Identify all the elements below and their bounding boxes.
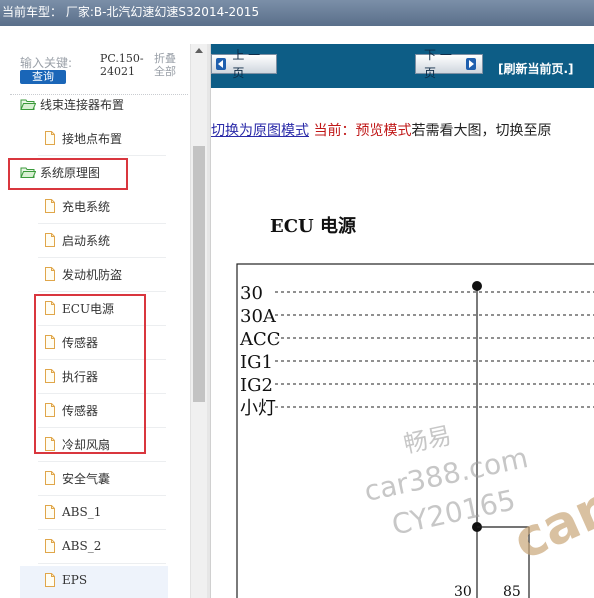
current-label: 当前： xyxy=(313,123,356,139)
power-line-label: 30 xyxy=(240,283,263,304)
row-separator xyxy=(38,461,166,462)
tree-item-label: 安全气囊 xyxy=(62,471,111,486)
power-lines: 3030AACCIG1IG2小灯 xyxy=(239,283,594,419)
row-separator xyxy=(38,291,166,292)
diagram-title: ECU 电源 xyxy=(270,216,357,237)
tree-item[interactable]: 安全气囊 xyxy=(42,466,110,490)
prev-page-button[interactable]: 上 一 页 xyxy=(211,48,277,80)
power-line-label: 小灯 xyxy=(240,398,276,419)
power-line-label: 30A xyxy=(240,306,277,327)
highlight-box-system xyxy=(8,158,128,190)
window-title: 当前车型： 厂家:B-北汽幻速幻速S32014-2015 xyxy=(2,5,260,19)
sidebar-scrollbar[interactable] xyxy=(190,44,207,598)
hint-text: 若需看大图，切换至原 xyxy=(411,123,552,139)
next-page-label: 下 一 页 xyxy=(424,48,452,80)
tree-item[interactable]: EPS xyxy=(42,568,87,592)
tree-item[interactable]: 启动系统 xyxy=(42,228,110,252)
tree-item-label: 接地点布置 xyxy=(62,131,123,146)
viewer-panel: 上 一 页 下 一 页 [刷新当前页.] 切换为原图模式 当前：预览模式若需看大… xyxy=(207,44,594,598)
tree-item[interactable]: 线束连接器布置 xyxy=(20,92,124,116)
highlight-box-items xyxy=(34,294,146,454)
code-text: PC.150-24021 xyxy=(100,52,144,78)
fold-all-button[interactable]: 折叠全部 xyxy=(154,52,186,78)
page-icon xyxy=(42,198,58,214)
window-title-bar: 当前车型： 厂家:B-北汽幻速幻速S32014-2015 xyxy=(0,0,594,26)
search-row: 输入关键: 查询 PC.150-24021 折叠全部 xyxy=(0,44,190,94)
power-line-label: IG1 xyxy=(240,352,273,373)
current-mode: 预览模式 xyxy=(355,123,412,139)
page-icon xyxy=(42,470,58,486)
next-page-button[interactable]: 下 一 页 xyxy=(415,48,483,80)
row-separator xyxy=(38,563,166,564)
tree-item[interactable]: ABS_1 xyxy=(42,500,101,524)
page-icon xyxy=(42,266,58,282)
tree-item-label: 充电系统 xyxy=(62,199,111,214)
row-separator xyxy=(38,529,166,530)
row-separator xyxy=(38,223,166,224)
tree-item[interactable]: 接地点布置 xyxy=(42,126,122,150)
refresh-link[interactable]: [刷新当前页.] xyxy=(498,60,574,77)
page-icon xyxy=(42,504,58,520)
row-separator xyxy=(38,495,166,496)
page-icon xyxy=(42,130,58,146)
viewer-toolbar: 上 一 页 下 一 页 [刷新当前页.] xyxy=(211,44,594,88)
pin-label-30: 30 xyxy=(454,584,472,598)
arrow-left-icon xyxy=(216,58,227,70)
page-icon xyxy=(42,232,58,248)
power-line-label: ACC xyxy=(239,329,281,350)
scroll-up-arrow-icon[interactable] xyxy=(195,48,203,53)
arrow-right-icon xyxy=(466,58,476,70)
row-separator xyxy=(38,155,166,156)
tree-item-label: 启动系统 xyxy=(62,233,111,248)
sidebar: 输入关键: 查询 PC.150-24021 折叠全部 线束连接器布置 接地点布置系… xyxy=(0,44,207,598)
tree-item-label: ABS_2 xyxy=(62,539,102,553)
tree-item-label: ABS_1 xyxy=(62,505,102,519)
switch-original-mode-link[interactable]: 切换为原图模式 xyxy=(211,123,309,139)
tree-item-label: 线束连接器布置 xyxy=(40,97,125,112)
row-separator xyxy=(38,257,166,258)
search-label[interactable]: 输入关键: xyxy=(20,54,72,71)
title-spacer xyxy=(0,26,594,44)
tree-item-label: 发动机防盗 xyxy=(62,267,123,282)
query-button[interactable]: 查询 xyxy=(20,70,66,84)
page-icon xyxy=(42,538,58,554)
junction-node-top xyxy=(472,281,482,291)
pin-label-85: 85 xyxy=(503,584,521,598)
tree-item[interactable]: 充电系统 xyxy=(42,194,110,218)
folder-open-icon xyxy=(20,96,37,112)
scroll-thumb[interactable] xyxy=(193,146,205,402)
mode-line: 切换为原图模式 当前：预览模式若需看大图，切换至原 xyxy=(211,120,551,140)
prev-page-label: 上 一 页 xyxy=(232,48,261,80)
tree-item-label: EPS xyxy=(62,573,88,587)
tree-item[interactable]: 发动机防盗 xyxy=(42,262,122,286)
page-icon xyxy=(42,572,58,588)
power-line-label: IG2 xyxy=(240,375,273,396)
tree-item[interactable]: ABS_2 xyxy=(42,534,101,558)
